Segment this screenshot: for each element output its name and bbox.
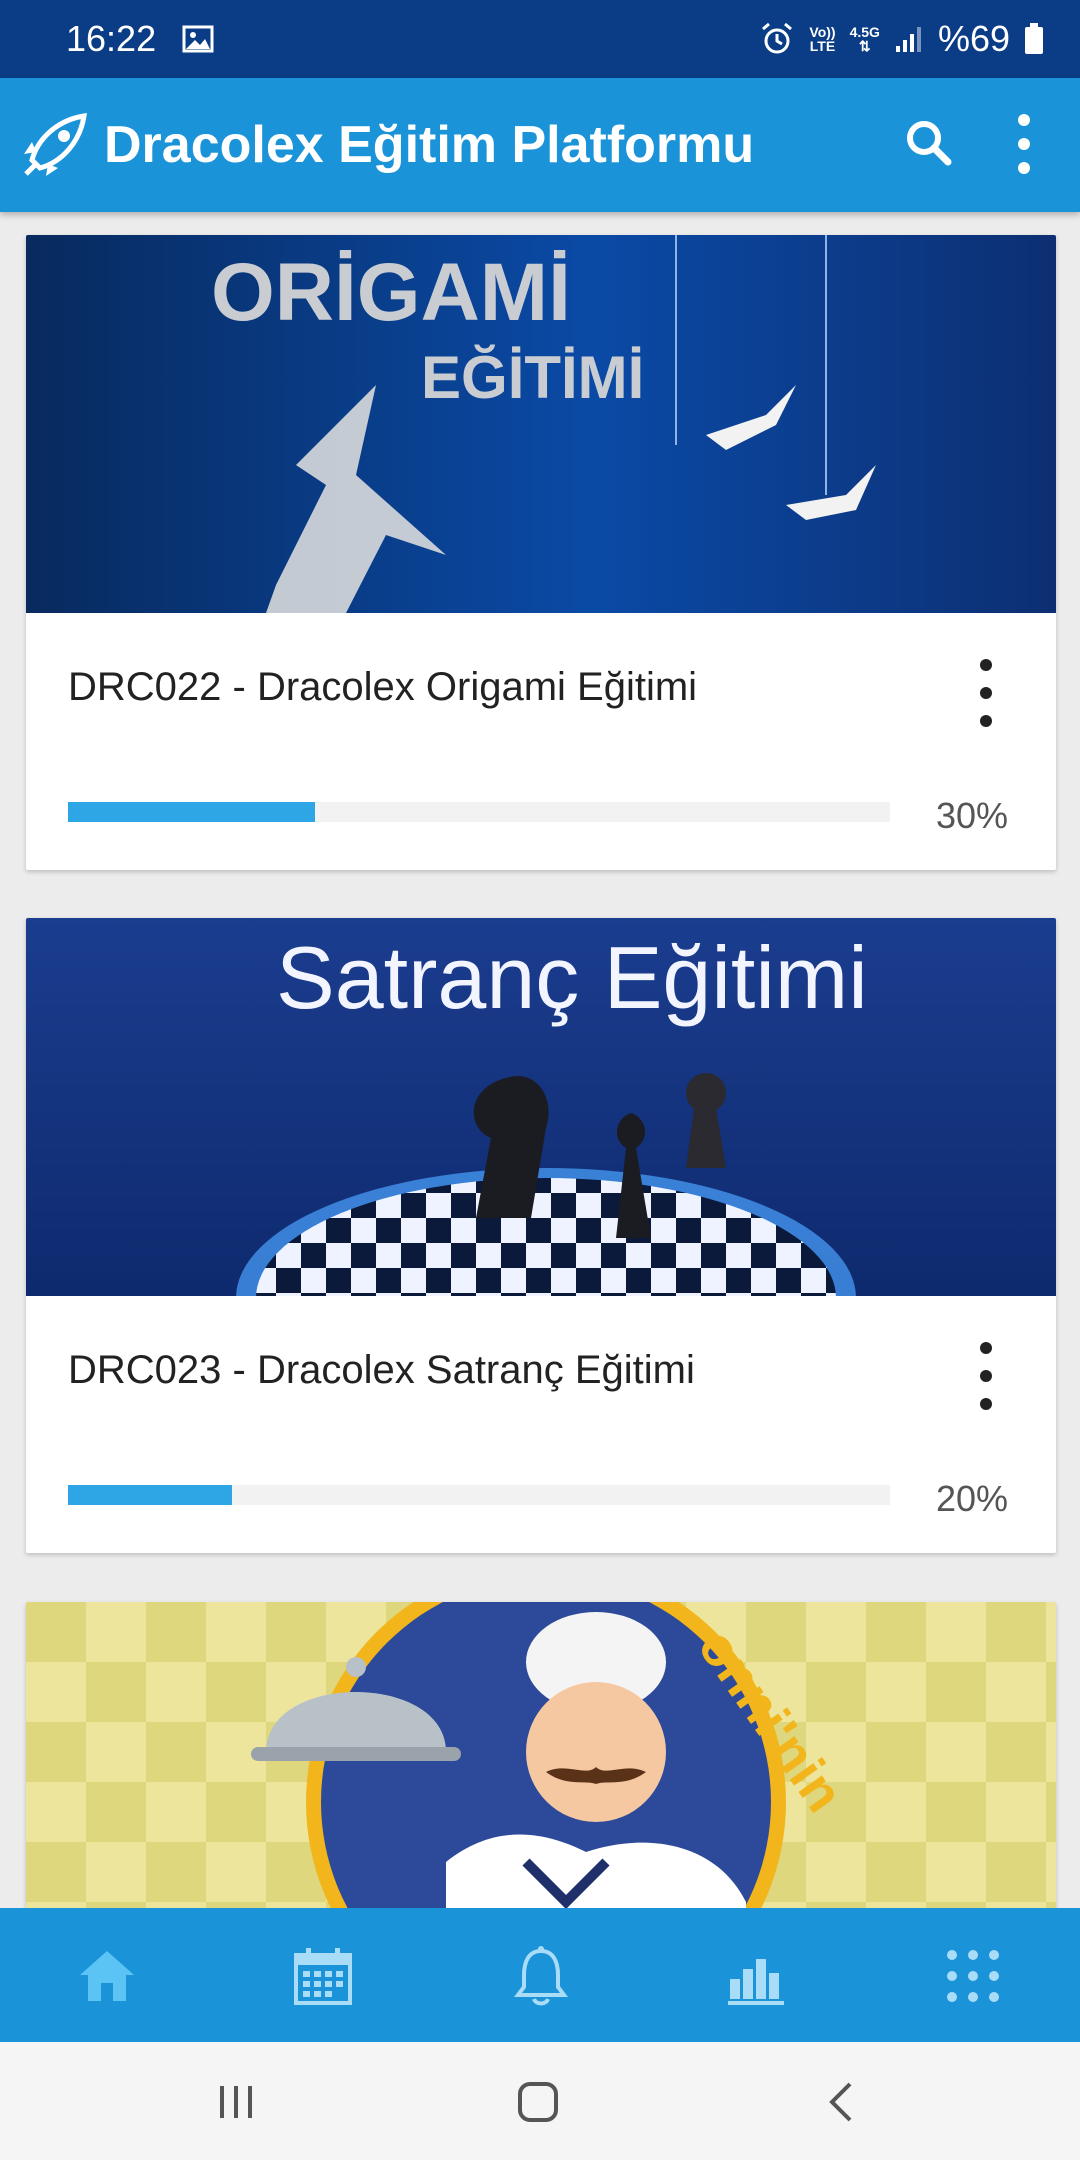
- rocket-logo-icon: [24, 113, 87, 176]
- progress-fill: [68, 1485, 233, 1505]
- course-card-chef[interactable]: onni'nin: [26, 1602, 1056, 1912]
- network-indicator: 4.5G ⇅: [849, 24, 880, 54]
- status-bar: 16:22 Vo)) LTE 4.5G ⇅ %69: [0, 0, 1080, 78]
- card-more-icon[interactable]: [966, 1338, 1006, 1414]
- status-time: 16:22: [66, 18, 157, 59]
- system-navigation-bar: [0, 2042, 1080, 2160]
- apps-grid-icon[interactable]: [942, 1945, 1004, 2007]
- more-vert-icon[interactable]: [1000, 110, 1048, 178]
- battery-percent: %69: [937, 18, 1010, 59]
- progress-bar: [68, 1485, 890, 1505]
- origami-banner-title: ORİGAMİ: [211, 247, 571, 338]
- back-icon[interactable]: [818, 2078, 866, 2126]
- card-more-icon[interactable]: [966, 655, 1006, 731]
- bottom-navigation: [0, 1908, 1080, 2042]
- chef-banner-image[interactable]: onni'nin: [26, 1602, 1056, 1912]
- course-title[interactable]: DRC023 - Dracolex Satranç Eğitimi: [68, 1348, 695, 1393]
- volte-indicator: Vo)) LTE: [809, 24, 836, 54]
- bell-icon[interactable]: [510, 1945, 572, 2007]
- chess-banner-image[interactable]: Satranç Eğitimi: [26, 918, 1056, 1296]
- course-card-origami[interactable]: ORİGAMİ EĞİTİMİ DRC022 - Dracolex Origam…: [26, 235, 1056, 870]
- recents-icon[interactable]: [212, 2078, 260, 2126]
- home-icon[interactable]: [76, 1945, 138, 2007]
- battery-icon: [1025, 23, 1043, 54]
- chess-banner-title: Satranç Eğitimi: [276, 928, 868, 1027]
- search-icon[interactable]: [902, 116, 958, 172]
- home-button-icon[interactable]: [514, 2078, 562, 2126]
- calendar-icon[interactable]: [292, 1945, 354, 2007]
- progress-fill: [68, 802, 315, 822]
- alarm-icon: [762, 22, 793, 54]
- app-title: Dracolex Eğitim Platformu: [104, 116, 755, 174]
- origami-banner-subtitle: EĞİTİMİ: [421, 344, 644, 411]
- origami-banner-image[interactable]: ORİGAMİ EĞİTİMİ: [26, 235, 1056, 613]
- progress-percent: 30%: [935, 795, 1008, 836]
- signal-icon: [895, 27, 921, 52]
- course-title[interactable]: DRC022 - Dracolex Origami Eğitimi: [68, 665, 697, 710]
- image-notification-icon: [182, 25, 214, 53]
- app-bar: Dracolex Eğitim Platformu: [0, 78, 1080, 212]
- progress-bar: [68, 802, 890, 822]
- progress-percent: 20%: [935, 1478, 1008, 1519]
- course-card-chess[interactable]: Satranç Eğitimi DRC023 - Dracolex Satran…: [26, 918, 1056, 1553]
- stats-icon[interactable]: [726, 1945, 788, 2007]
